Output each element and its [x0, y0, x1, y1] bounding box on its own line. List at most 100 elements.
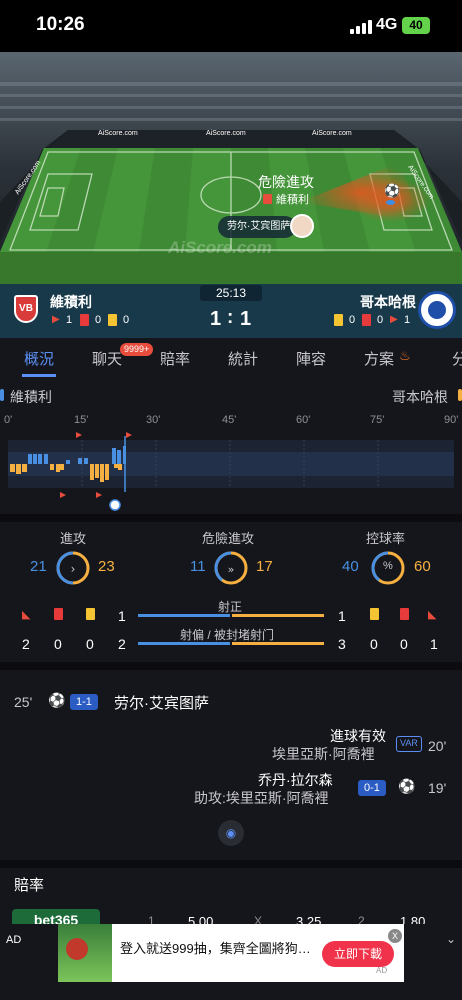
attacks-ring: ›	[56, 551, 90, 585]
tab-stats[interactable]: 統計	[228, 348, 258, 369]
shots-on-away-bar	[232, 614, 324, 617]
ad-banner: AD ⌄ 登入就送999抽，集齊全圖將狗… 立即下載 X AD	[0, 924, 462, 982]
tick-label: 90'	[444, 414, 459, 426]
section-divider	[0, 860, 462, 868]
shots-off-home: 2	[118, 636, 126, 652]
away-yellows-count: 0	[370, 636, 378, 652]
ball-marker	[386, 200, 395, 205]
event-team: 維積利	[263, 191, 309, 207]
possession-away: 60	[414, 558, 431, 575]
var-badge: VAR	[396, 736, 422, 752]
tab-chat[interactable]: 聊天	[92, 348, 122, 369]
ad-character	[66, 938, 88, 960]
status-bar: 10:26 4G 40	[0, 0, 462, 52]
ad-board-text: AiScore.com	[206, 130, 246, 137]
tick-label: 45'	[222, 414, 237, 426]
event-minute: 25'	[14, 694, 33, 710]
tab-overview[interactable]: 概況	[24, 348, 54, 369]
tab-odds[interactable]: 賠率	[160, 348, 190, 369]
away-color-marker	[458, 389, 462, 401]
goal-ball-icon: ⚽	[398, 778, 416, 794]
tick-label: 0'	[4, 414, 13, 426]
section-divider	[0, 514, 462, 522]
red-card-icon	[400, 608, 409, 620]
ad-text: 登入就送999抽，集齊全圖將狗…	[120, 941, 311, 956]
event-minute: 20'	[428, 738, 447, 754]
chevron-down-icon[interactable]: ⌄	[446, 932, 456, 946]
home-corners: 1	[66, 314, 73, 326]
ball-icon: ⚽	[384, 183, 401, 198]
away-team-name: 哥本哈根	[360, 294, 416, 310]
shots-on-home-bar	[138, 614, 230, 617]
away-yellows: 0	[349, 314, 356, 326]
tab-bar: 概況 聊天 9999+ 賠率 統計 陣容 方案 ♨ 分	[0, 338, 462, 378]
ad-label: AD	[6, 934, 22, 946]
dangerous-ring: »	[214, 551, 248, 585]
ad-download-button[interactable]: 立即下載	[322, 941, 394, 967]
signal-icon	[350, 20, 372, 34]
svg-text:»: »	[228, 563, 235, 576]
section-divider	[0, 662, 462, 670]
home-color-marker	[0, 389, 4, 401]
home-team-name: 維積利	[50, 294, 92, 310]
yellow-card-icon	[334, 314, 343, 326]
match-clock: 25:13	[200, 285, 262, 301]
stat-label: 射偏 / 被封堵射门	[180, 628, 275, 642]
ad-close-button[interactable]: X	[388, 929, 402, 943]
tab-lineup[interactable]: 陣容	[296, 348, 326, 369]
event-player: 埃里亞斯·阿喬裡	[272, 746, 375, 762]
stat-label: 射正	[218, 600, 243, 614]
attacks-home: 21	[30, 558, 47, 575]
home-yellows-count: 0	[86, 636, 94, 652]
home-reds-count: 0	[54, 636, 62, 652]
team-crest-icon	[263, 194, 272, 204]
shots-off-away: 3	[338, 636, 346, 652]
yellow-card-icon	[370, 608, 379, 620]
away-reds-count: 0	[400, 636, 408, 652]
tab-tips[interactable]: 方案	[364, 348, 394, 369]
away-corners-count: 1	[430, 636, 438, 652]
shots-off-away-bar	[232, 642, 324, 645]
pitch-watermark: AiScore.com	[168, 238, 272, 257]
home-corners-count: 2	[22, 636, 30, 652]
yellow-card-icon	[108, 314, 117, 326]
ad-board-text: AiScore.com	[98, 130, 138, 137]
flag-icon: ▶	[390, 314, 398, 325]
network-label: 4G	[376, 16, 398, 33]
player-tag: 劳尔·艾宾图萨	[218, 216, 296, 238]
player-avatar	[290, 214, 314, 238]
home-yellows: 0	[123, 314, 130, 326]
events-list: 25' ⚽ 1-1 劳尔·艾宾图萨 進球有效 埃里亞斯·阿喬裡 VAR 20' …	[0, 670, 462, 860]
pitch-animation: AiScore.com AiScore.com AiScore.com AiSc…	[0, 52, 462, 284]
away-logo-inner	[428, 301, 446, 319]
timeline-away-name: 哥本哈根	[392, 389, 448, 405]
fire-icon: ♨	[399, 348, 411, 363]
shots-on-home: 1	[118, 608, 126, 624]
event-title: 危險進攻	[258, 174, 314, 190]
away-score: 1	[240, 308, 252, 330]
stat-label: 控球率	[366, 531, 406, 546]
possession-home: 40	[342, 558, 359, 575]
battery-icon: 40	[402, 17, 430, 34]
status-time: 10:26	[36, 14, 85, 35]
tick-label: 15'	[74, 414, 89, 426]
flag-icon: ▶	[52, 314, 60, 325]
event-title: 進球有效	[330, 728, 386, 744]
event-score-badge: 1-1	[70, 694, 98, 710]
stat-label: 進攻	[60, 531, 87, 546]
percent-icon: %	[383, 560, 393, 572]
event-team-name: 維積利	[276, 194, 309, 206]
active-tab-indicator	[22, 374, 56, 377]
timeline-home-name: 維積利	[10, 389, 52, 405]
tab-more[interactable]: 分	[452, 348, 462, 369]
home-score: 1	[210, 308, 222, 330]
event-score-badge: 0-1	[358, 780, 386, 796]
home-logo: VB	[14, 295, 38, 323]
svg-text:›: ›	[71, 562, 76, 576]
event-player: 乔丹·拉尔森	[258, 772, 333, 788]
chat-badge: 9999+	[120, 343, 154, 356]
tick-label: 60'	[296, 414, 311, 426]
corner-flag-icon: ◣	[428, 609, 437, 621]
goal-ball-icon: ⚽	[48, 692, 66, 708]
yellow-card-icon	[86, 608, 95, 620]
